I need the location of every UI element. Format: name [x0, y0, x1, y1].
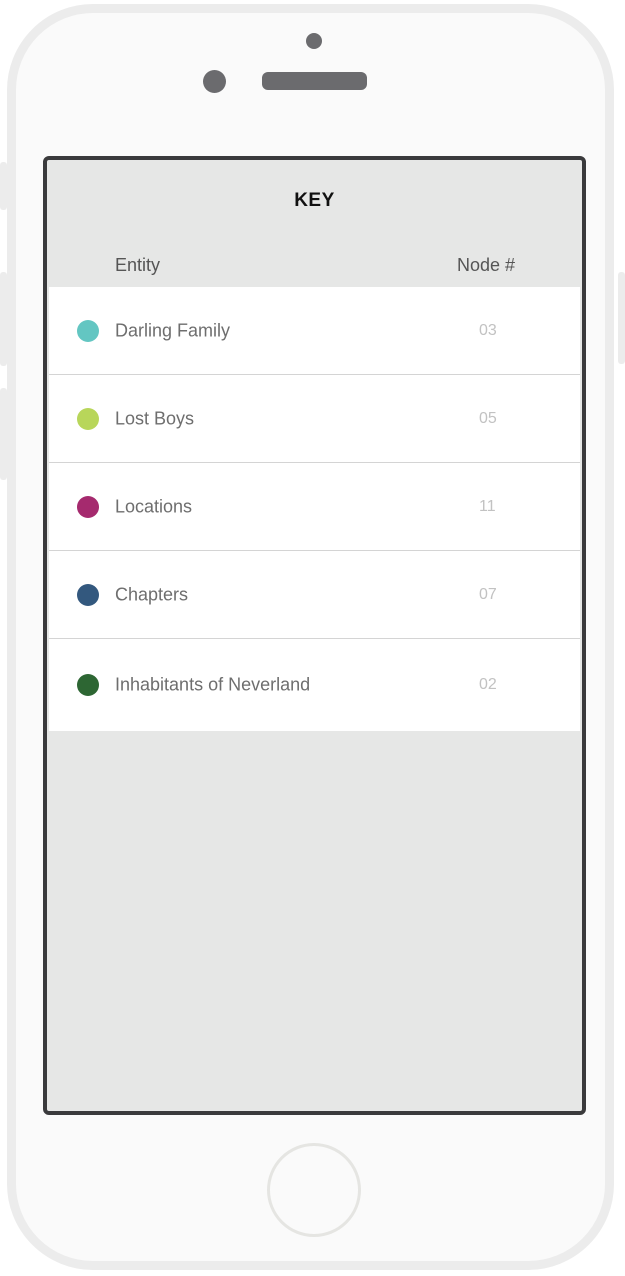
volume-up-button [0, 272, 7, 366]
legend-dot-icon [77, 583, 99, 606]
key-row-darling-family[interactable]: Darling Family 03 [49, 287, 580, 375]
power-button [618, 272, 625, 364]
silent-switch [0, 162, 7, 210]
key-row-lost-boys[interactable]: Lost Boys 05 [49, 375, 580, 463]
legend-dot-icon [77, 674, 99, 696]
key-row-locations[interactable]: Locations 11 [49, 463, 580, 551]
node-count: 02 [479, 676, 497, 693]
legend-dot-icon [77, 407, 99, 430]
home-button[interactable] [267, 1143, 361, 1237]
key-row-inhabitants-of-neverland[interactable]: Inhabitants of Neverland 02 [49, 639, 580, 731]
entity-label: Lost Boys [115, 408, 195, 428]
node-column-header: Node # [457, 255, 516, 275]
key-title: KEY [294, 190, 335, 211]
legend-dot-icon [77, 495, 99, 518]
screen: KEY Entity Node # Darling Family 03 Lost… [43, 156, 586, 1115]
front-camera-icon [306, 33, 322, 49]
speaker-grille [262, 72, 367, 90]
node-count: 03 [479, 321, 497, 339]
key-row-chapters[interactable]: Chapters 07 [49, 551, 580, 639]
legend-dot-icon [77, 319, 99, 342]
entity-label: Inhabitants of Neverland [115, 674, 311, 695]
node-count: 11 [479, 497, 496, 515]
key-list: Darling Family 03 Lost Boys 05 Locations… [49, 287, 580, 731]
entity-label: Darling Family [115, 320, 231, 340]
entity-label: Locations [115, 496, 193, 516]
sensor-icon [203, 70, 226, 93]
entity-column-header: Entity [115, 255, 161, 275]
entity-label: Chapters [115, 584, 189, 604]
node-count: 07 [479, 585, 497, 603]
volume-down-button [0, 388, 7, 480]
node-count: 05 [479, 409, 497, 427]
